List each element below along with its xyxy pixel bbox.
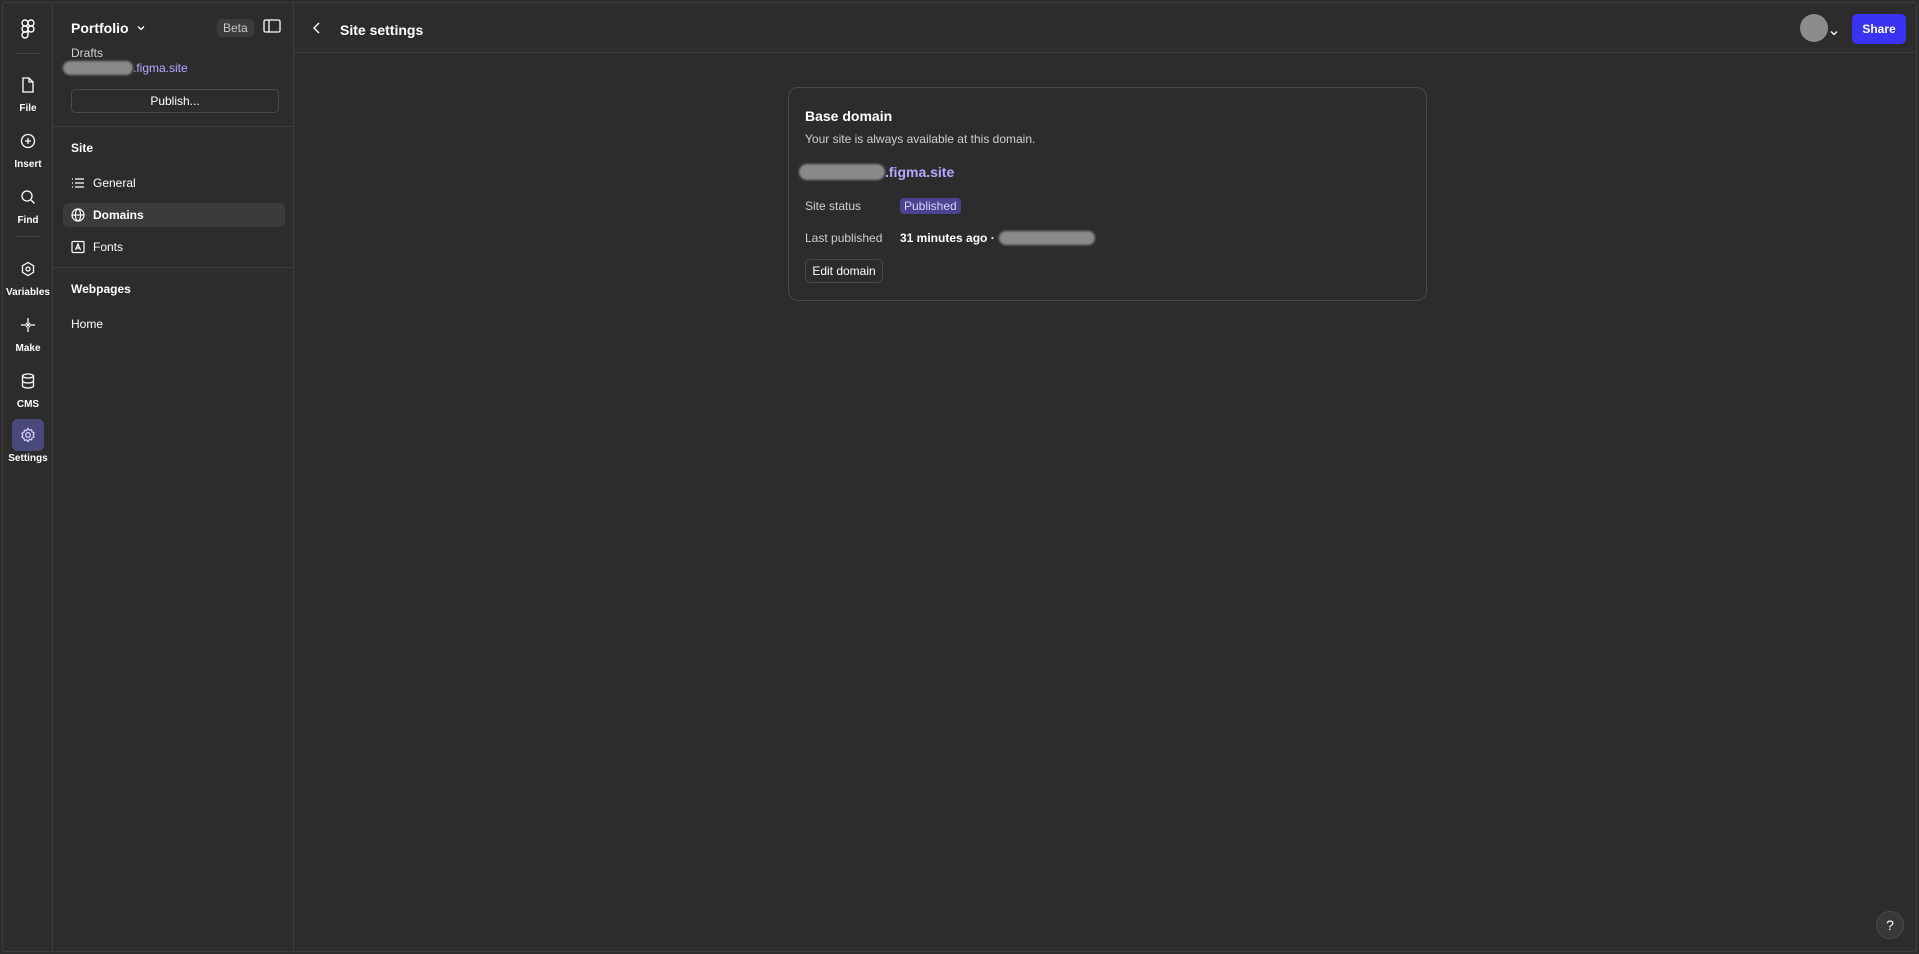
tool-cms[interactable]: CMS [3, 365, 53, 411]
tool-file[interactable]: File [3, 69, 53, 115]
site-status-label: Site status [805, 199, 862, 213]
rail-divider [15, 53, 41, 54]
tool-variables[interactable]: Variables [3, 253, 53, 299]
share-button[interactable]: Share [1852, 14, 1906, 44]
chevron-down-icon [137, 26, 145, 31]
plus-circle-icon [12, 125, 44, 157]
tool-label: Variables [6, 287, 50, 298]
card-description: Your site is always available at this do… [805, 132, 1036, 146]
sparkle-icon [12, 309, 44, 341]
page-item-label: Home [71, 317, 104, 331]
tool-find[interactable]: Find [3, 181, 53, 227]
project-name: Portfolio [71, 20, 129, 36]
search-icon [12, 181, 44, 213]
section-heading-site: Site [71, 141, 94, 155]
top-header: Site settings Share [294, 3, 1916, 53]
tool-label: CMS [16, 399, 40, 410]
app-window: File Insert Find Variables Make CMS Sett… [2, 2, 1917, 952]
gear-icon [12, 419, 44, 451]
panel-divider [53, 126, 293, 127]
card-title: Base domain [805, 108, 893, 124]
redacted-publisher [998, 231, 1095, 245]
tool-make[interactable]: Make [3, 309, 53, 355]
tool-label: Find [17, 215, 39, 226]
sidebar-item-fonts[interactable]: Fonts [63, 235, 285, 259]
back-arrow-icon[interactable] [310, 21, 324, 35]
tool-label: Insert [14, 159, 42, 170]
tool-label: File [19, 103, 37, 114]
redacted-subdomain [63, 61, 133, 75]
page-item-home[interactable]: Home [63, 312, 285, 336]
side-panel: Portfolio Beta Drafts .figma.site Publis… [53, 3, 294, 951]
page-title: Site settings [340, 22, 424, 38]
variables-icon [12, 253, 44, 285]
list-icon [71, 176, 85, 190]
tool-label: Make [15, 343, 41, 354]
last-published-time: 31 minutes ago · [900, 231, 995, 245]
site-url-link[interactable]: .figma.site [63, 61, 188, 75]
tool-rail: File Insert Find Variables Make CMS Sett… [3, 3, 53, 951]
publish-button[interactable]: Publish... [71, 89, 279, 113]
project-title[interactable]: Portfolio [71, 20, 145, 36]
figma-logo-icon[interactable] [17, 18, 39, 40]
edit-domain-button[interactable]: Edit domain [805, 259, 883, 283]
sidebar-item-label: General [93, 176, 136, 190]
last-published-value: 31 minutes ago · [900, 231, 1095, 245]
panel-divider [53, 267, 293, 268]
tool-settings[interactable]: Settings [3, 419, 53, 465]
site-status-value: Published [900, 198, 961, 214]
section-heading-webpages: Webpages [71, 282, 131, 296]
sidebar-item-label: Fonts [93, 240, 124, 254]
panel-toggle-icon[interactable] [263, 19, 283, 35]
status-badge: Published [900, 198, 961, 214]
site-url-suffix: .figma.site [133, 61, 188, 75]
domain-suffix: .figma.site [885, 164, 955, 180]
chevron-down-icon[interactable] [1830, 24, 1838, 36]
beta-badge: Beta [217, 19, 254, 37]
tool-insert[interactable]: Insert [3, 125, 53, 171]
last-published-label: Last published [805, 231, 883, 245]
base-domain-card: Base domain Your site is always availabl… [788, 87, 1427, 301]
redacted-subdomain [799, 164, 885, 180]
sidebar-item-general[interactable]: General [63, 171, 285, 195]
font-icon [71, 240, 85, 254]
drafts-label: Drafts [71, 46, 104, 60]
help-button[interactable]: ? [1876, 911, 1904, 939]
rail-divider [15, 236, 41, 237]
tool-label: Settings [8, 453, 48, 464]
sidebar-item-label: Domains [93, 208, 144, 222]
sidebar-item-domains[interactable]: Domains [63, 203, 285, 227]
avatar[interactable] [1800, 14, 1828, 42]
database-icon [12, 365, 44, 397]
file-icon [12, 69, 44, 101]
globe-icon [71, 208, 85, 222]
domain-link[interactable]: .figma.site [799, 164, 954, 180]
